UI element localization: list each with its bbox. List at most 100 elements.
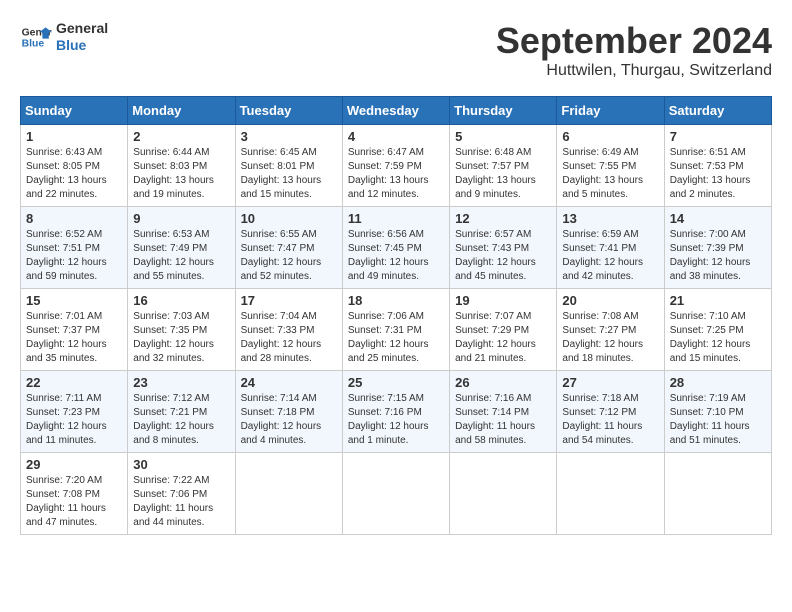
calendar-cell: 10 Sunrise: 6:55 AMSunset: 7:47 PMDayligh… (235, 207, 342, 289)
calendar-week-2: 8Sunrise: 6:52 AMSunset: 7:51 PMDaylight… (21, 207, 772, 289)
calendar-cell: 17 Sunrise: 7:04 AMSunset: 7:33 PMDayligh… (235, 289, 342, 371)
cell-content: Sunrise: 7:11 AMSunset: 7:23 PMDaylight:… (26, 392, 122, 448)
calendar-cell: 25 Sunrise: 7:15 AMSunset: 7:16 PMDayligh… (342, 371, 449, 453)
cell-content: Sunrise: 7:10 AMSunset: 7:25 PMDaylight:… (670, 310, 766, 366)
day-number: 20 (562, 293, 658, 308)
calendar-cell: 12 Sunrise: 6:57 AMSunset: 7:43 PMDayligh… (450, 207, 557, 289)
column-header-friday: Friday (557, 97, 664, 125)
cell-content: Sunrise: 6:44 AMSunset: 8:03 PMDaylight:… (133, 146, 229, 202)
calendar-cell: 13Sunrise: 6:59 AMSunset: 7:41 PMDayligh… (557, 207, 664, 289)
day-number: 21 (670, 293, 766, 308)
day-number: 12 (455, 211, 551, 226)
cell-content: Sunrise: 7:20 AMSunset: 7:08 PMDaylight:… (26, 474, 122, 530)
cell-content: Sunrise: 6:56 AMSunset: 7:45 PMDaylight:… (348, 228, 444, 284)
calendar-cell (342, 453, 449, 535)
calendar-cell: 29Sunrise: 7:20 AMSunset: 7:08 PMDayligh… (21, 453, 128, 535)
column-header-wednesday: Wednesday (342, 97, 449, 125)
calendar-cell (450, 453, 557, 535)
column-header-saturday: Saturday (664, 97, 771, 125)
cell-content: Sunrise: 7:15 AMSunset: 7:16 PMDaylight:… (348, 392, 444, 448)
cell-content: Sunrise: 7:22 AMSunset: 7:06 PMDaylight:… (133, 474, 229, 530)
cell-content: Sunrise: 6:49 AMSunset: 7:55 PMDaylight:… (562, 146, 658, 202)
cell-content: Sunrise: 7:04 AMSunset: 7:33 PMDaylight:… (241, 310, 337, 366)
day-number: 30 (133, 457, 229, 472)
title-block: September 2024 Huttwilen, Thurgau, Switz… (496, 20, 772, 80)
logo: General Blue General Blue (20, 20, 108, 54)
calendar-cell: 11 Sunrise: 6:56 AMSunset: 7:45 PMDayligh… (342, 207, 449, 289)
cell-content: Sunrise: 7:06 AMSunset: 7:31 PMDaylight:… (348, 310, 444, 366)
calendar-cell: 23 Sunrise: 7:12 AMSunset: 7:21 PMDayligh… (128, 371, 235, 453)
calendar-cell: 28 Sunrise: 7:19 AMSunset: 7:10 PMDayligh… (664, 371, 771, 453)
calendar-cell: 9Sunrise: 6:53 AMSunset: 7:49 PMDaylight… (128, 207, 235, 289)
calendar-cell: 20Sunrise: 7:08 AMSunset: 7:27 PMDayligh… (557, 289, 664, 371)
calendar-cell: 5 Sunrise: 6:48 AMSunset: 7:57 PMDaylight… (450, 125, 557, 207)
column-header-tuesday: Tuesday (235, 97, 342, 125)
calendar-cell: 19Sunrise: 7:07 AMSunset: 7:29 PMDayligh… (450, 289, 557, 371)
day-number: 27 (562, 375, 658, 390)
day-number: 7 (670, 129, 766, 144)
calendar-cell: 21 Sunrise: 7:10 AMSunset: 7:25 PMDayligh… (664, 289, 771, 371)
calendar-cell: 2Sunrise: 6:44 AMSunset: 8:03 PMDaylight… (128, 125, 235, 207)
svg-text:Blue: Blue (22, 38, 45, 49)
day-number: 25 (348, 375, 444, 390)
calendar-header-row: SundayMondayTuesdayWednesdayThursdayFrid… (21, 97, 772, 125)
day-number: 22 (26, 375, 122, 390)
calendar-cell (235, 453, 342, 535)
day-number: 10 (241, 211, 337, 226)
logo-line2: Blue (56, 37, 108, 54)
column-header-monday: Monday (128, 97, 235, 125)
day-number: 16 (133, 293, 229, 308)
cell-content: Sunrise: 7:18 AMSunset: 7:12 PMDaylight:… (562, 392, 658, 448)
cell-content: Sunrise: 6:57 AMSunset: 7:43 PMDaylight:… (455, 228, 551, 284)
cell-content: Sunrise: 6:43 AMSunset: 8:05 PMDaylight:… (26, 146, 122, 202)
calendar-body: 1Sunrise: 6:43 AMSunset: 8:05 PMDaylight… (21, 125, 772, 535)
calendar-cell: 6 Sunrise: 6:49 AMSunset: 7:55 PMDaylight… (557, 125, 664, 207)
calendar-cell: 4Sunrise: 6:47 AMSunset: 7:59 PMDaylight… (342, 125, 449, 207)
calendar-cell: 30 Sunrise: 7:22 AMSunset: 7:06 PMDayligh… (128, 453, 235, 535)
cell-content: Sunrise: 6:48 AMSunset: 7:57 PMDaylight:… (455, 146, 551, 202)
calendar-cell: 1Sunrise: 6:43 AMSunset: 8:05 PMDaylight… (21, 125, 128, 207)
cell-content: Sunrise: 6:51 AMSunset: 7:53 PMDaylight:… (670, 146, 766, 202)
day-number: 19 (455, 293, 551, 308)
day-number: 17 (241, 293, 337, 308)
cell-content: Sunrise: 7:01 AMSunset: 7:37 PMDaylight:… (26, 310, 122, 366)
calendar-cell: 24 Sunrise: 7:14 AMSunset: 7:18 PMDayligh… (235, 371, 342, 453)
day-number: 28 (670, 375, 766, 390)
logo-line1: General (56, 20, 108, 37)
day-number: 18 (348, 293, 444, 308)
calendar-cell: 14Sunrise: 7:00 AMSunset: 7:39 PMDayligh… (664, 207, 771, 289)
calendar-week-3: 15 Sunrise: 7:01 AMSunset: 7:37 PMDayligh… (21, 289, 772, 371)
calendar-week-1: 1Sunrise: 6:43 AMSunset: 8:05 PMDaylight… (21, 125, 772, 207)
day-number: 11 (348, 211, 444, 226)
cell-content: Sunrise: 6:52 AMSunset: 7:51 PMDaylight:… (26, 228, 122, 284)
calendar-week-4: 22 Sunrise: 7:11 AMSunset: 7:23 PMDayligh… (21, 371, 772, 453)
day-number: 24 (241, 375, 337, 390)
calendar-cell: 15 Sunrise: 7:01 AMSunset: 7:37 PMDayligh… (21, 289, 128, 371)
calendar-cell: 7 Sunrise: 6:51 AMSunset: 7:53 PMDaylight… (664, 125, 771, 207)
calendar-cell: 27 Sunrise: 7:18 AMSunset: 7:12 PMDayligh… (557, 371, 664, 453)
day-number: 6 (562, 129, 658, 144)
calendar-table: SundayMondayTuesdayWednesdayThursdayFrid… (20, 96, 772, 535)
day-number: 3 (241, 129, 337, 144)
calendar-cell (557, 453, 664, 535)
day-number: 14 (670, 211, 766, 226)
cell-content: Sunrise: 7:19 AMSunset: 7:10 PMDaylight:… (670, 392, 766, 448)
day-number: 5 (455, 129, 551, 144)
cell-content: Sunrise: 6:55 AMSunset: 7:47 PMDaylight:… (241, 228, 337, 284)
location-subtitle: Huttwilen, Thurgau, Switzerland (496, 62, 772, 80)
day-number: 23 (133, 375, 229, 390)
day-number: 15 (26, 293, 122, 308)
logo-icon: General Blue (20, 21, 52, 53)
column-header-sunday: Sunday (21, 97, 128, 125)
cell-content: Sunrise: 7:14 AMSunset: 7:18 PMDaylight:… (241, 392, 337, 448)
cell-content: Sunrise: 6:53 AMSunset: 7:49 PMDaylight:… (133, 228, 229, 284)
cell-content: Sunrise: 7:16 AMSunset: 7:14 PMDaylight:… (455, 392, 551, 448)
calendar-cell (664, 453, 771, 535)
day-number: 26 (455, 375, 551, 390)
cell-content: Sunrise: 6:59 AMSunset: 7:41 PMDaylight:… (562, 228, 658, 284)
cell-content: Sunrise: 7:03 AMSunset: 7:35 PMDaylight:… (133, 310, 229, 366)
cell-content: Sunrise: 7:12 AMSunset: 7:21 PMDaylight:… (133, 392, 229, 448)
calendar-cell: 22 Sunrise: 7:11 AMSunset: 7:23 PMDayligh… (21, 371, 128, 453)
cell-content: Sunrise: 6:45 AMSunset: 8:01 PMDaylight:… (241, 146, 337, 202)
day-number: 4 (348, 129, 444, 144)
